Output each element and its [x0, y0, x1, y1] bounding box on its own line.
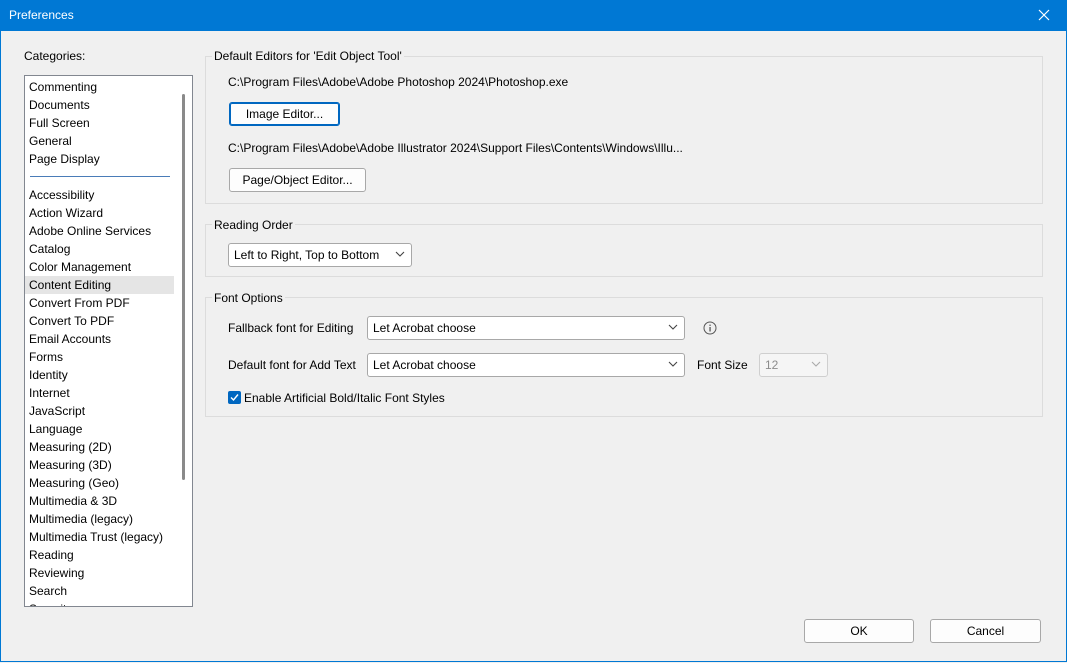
title-bar: Preferences	[0, 0, 1067, 31]
checkmark-icon	[230, 394, 239, 402]
fallback-font-label: Fallback font for Editing	[228, 321, 354, 335]
category-item[interactable]: Accessibility	[29, 186, 94, 204]
font-options-title: Font Options	[212, 291, 285, 305]
category-item[interactable]: Reading	[29, 546, 74, 564]
reading-order-value: Left to Right, Top to Bottom	[234, 248, 380, 262]
category-item[interactable]: Page Display	[29, 150, 100, 168]
category-item[interactable]: Documents	[29, 96, 90, 114]
fallback-font-select[interactable]: Let Acrobat choose	[367, 316, 685, 340]
category-item[interactable]: General	[29, 132, 72, 150]
default-font-select[interactable]: Let Acrobat choose	[367, 353, 685, 377]
category-item[interactable]: Search	[29, 582, 67, 600]
category-item[interactable]: Convert From PDF	[29, 294, 130, 312]
fallback-font-value: Let Acrobat choose	[373, 321, 476, 335]
page-object-editor-button[interactable]: Page/Object Editor...	[229, 168, 366, 192]
category-item[interactable]: Full Screen	[29, 114, 90, 132]
close-button[interactable]	[1021, 0, 1067, 31]
category-item[interactable]: Language	[29, 420, 82, 438]
chevron-down-icon	[811, 361, 821, 367]
category-item[interactable]: Security	[29, 600, 72, 606]
reading-order-title: Reading Order	[212, 218, 295, 232]
categories-label: Categories:	[24, 49, 86, 63]
category-item[interactable]: Multimedia Trust (legacy)	[29, 528, 163, 546]
category-item[interactable]: JavaScript	[29, 402, 85, 420]
chevron-down-icon	[395, 251, 405, 257]
default-font-label: Default font for Add Text	[228, 358, 356, 372]
default-font-value: Let Acrobat choose	[373, 358, 476, 372]
category-item[interactable]: Measuring (3D)	[29, 456, 112, 474]
close-icon	[1038, 9, 1050, 21]
category-item[interactable]: Forms	[29, 348, 63, 366]
font-size-select[interactable]: 12	[759, 353, 828, 377]
page-editor-path: C:\Program Files\Adobe\Adobe Illustrator…	[228, 141, 683, 155]
category-item[interactable]: Email Accounts	[29, 330, 111, 348]
default-editors-title: Default Editors for 'Edit Object Tool'	[212, 49, 404, 63]
category-item[interactable]: Multimedia (legacy)	[29, 510, 133, 528]
font-size-value: 12	[765, 358, 779, 372]
window-title: Preferences	[9, 8, 74, 22]
category-separator	[30, 176, 170, 177]
categories-scrollbar[interactable]	[182, 94, 185, 480]
category-item[interactable]: Content Editing	[25, 276, 174, 294]
category-item[interactable]: Convert To PDF	[29, 312, 114, 330]
category-item[interactable]: Action Wizard	[29, 204, 103, 222]
category-item[interactable]: Identity	[29, 366, 68, 384]
chevron-down-icon	[668, 324, 678, 330]
artificial-styles-checkbox[interactable]	[228, 391, 241, 404]
image-editor-button[interactable]: Image Editor...	[229, 102, 340, 126]
category-item[interactable]: Color Management	[29, 258, 131, 276]
image-editor-path: C:\Program Files\Adobe\Adobe Photoshop 2…	[228, 75, 569, 89]
info-icon[interactable]	[703, 321, 717, 335]
category-item[interactable]: Catalog	[29, 240, 70, 258]
category-item[interactable]: Commenting	[29, 78, 97, 96]
reading-order-select[interactable]: Left to Right, Top to Bottom	[228, 243, 412, 267]
ok-button[interactable]: OK	[804, 619, 914, 643]
category-item[interactable]: Measuring (Geo)	[29, 474, 119, 492]
chevron-down-icon	[668, 361, 678, 367]
cancel-button[interactable]: Cancel	[930, 619, 1041, 643]
artificial-styles-label[interactable]: Enable Artificial Bold/Italic Font Style…	[244, 391, 445, 405]
category-item[interactable]: Multimedia & 3D	[29, 492, 117, 510]
categories-list[interactable]: Commenting Documents Full Screen General Pag…	[24, 75, 193, 607]
font-size-label: Font Size	[697, 358, 748, 372]
category-item[interactable]: Measuring (2D)	[29, 438, 112, 456]
category-item[interactable]: Internet	[29, 384, 70, 402]
category-item[interactable]: Adobe Online Services	[29, 222, 151, 240]
category-item[interactable]: Reviewing	[29, 564, 84, 582]
